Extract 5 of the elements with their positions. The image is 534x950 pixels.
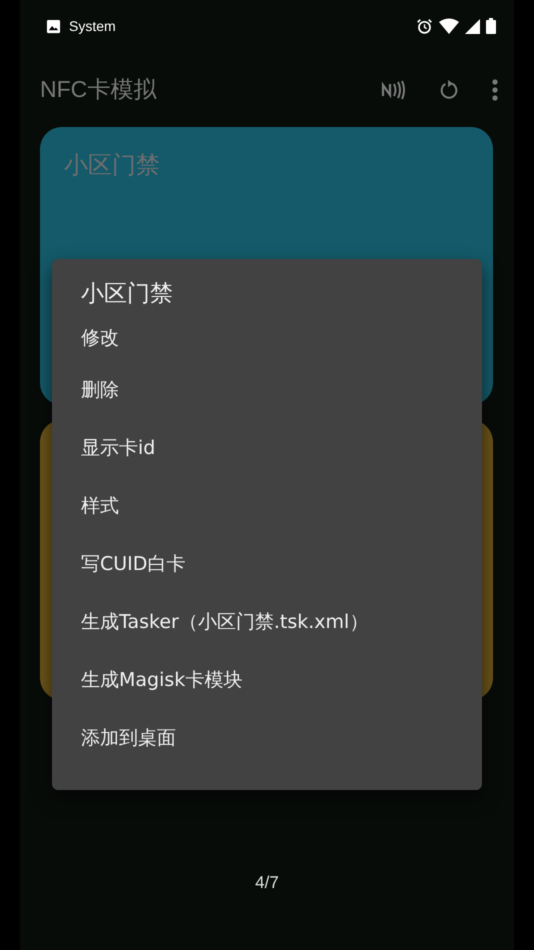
menu-title: 小区门禁 bbox=[80, 280, 174, 309]
card-title: 小区门禁 bbox=[64, 150, 161, 181]
notification-label: System bbox=[69, 18, 116, 34]
app-title: NFC卡模拟 bbox=[40, 75, 156, 104]
page-indicator: 4/7 bbox=[255, 873, 279, 893]
